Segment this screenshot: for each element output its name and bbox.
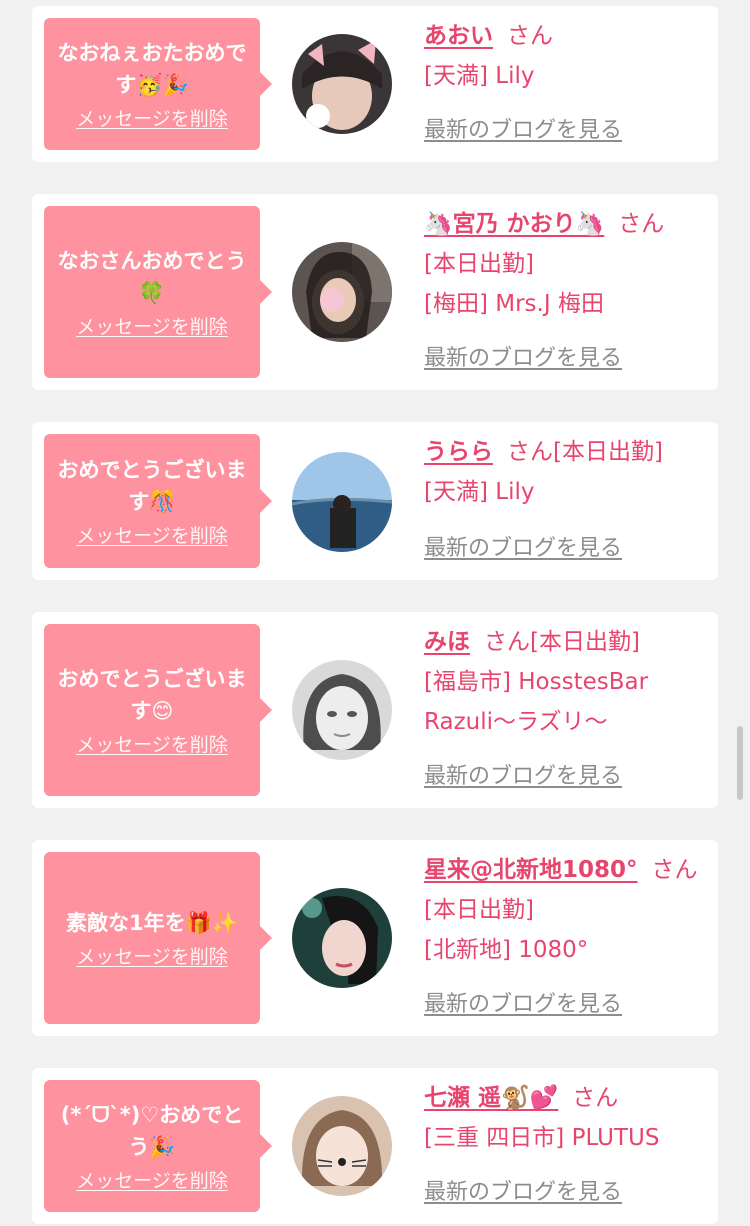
message-bubble: なおねぇおたおめです🥳🎉 メッセージを削除	[44, 18, 272, 150]
avatar-photo-icon	[292, 242, 392, 342]
message-card: なおねぇおたおめです🥳🎉 メッセージを削除 あおい さん [天満] Lily 最新…	[32, 6, 718, 162]
avatar-photo-icon	[292, 660, 392, 760]
message-card: なおさんおめでとう🍀 メッセージを削除 🦄宮乃 かおり🦄 さん [本日出勤] [梅…	[32, 194, 718, 390]
avatar[interactable]	[292, 34, 392, 134]
latest-blog-link[interactable]: 最新のブログを見る	[424, 990, 622, 1020]
avatar[interactable]	[292, 452, 392, 552]
avatar-photo-icon	[292, 1096, 392, 1196]
status-label: [本日出勤]	[553, 439, 663, 465]
avatar[interactable]	[292, 660, 392, 760]
message-bubble: おめでとうございます🎊 メッセージを削除	[44, 434, 272, 568]
avatar-photo-icon	[292, 452, 392, 552]
message-bubble: (*´ᗜ`*)♡おめでとう🎉 メッセージを削除	[44, 1080, 272, 1212]
delete-message-link[interactable]: メッセージを削除	[76, 107, 228, 131]
scrollbar-thumb[interactable]	[737, 726, 743, 800]
sender-name-link[interactable]: 星来@北新地1080°	[424, 857, 638, 883]
message-list: なおねぇおたおめです🥳🎉 メッセージを削除 あおい さん [天満] Lily 最新…	[0, 0, 750, 1226]
honorific: さん	[618, 211, 665, 237]
status-label: [本日出勤]	[424, 897, 534, 923]
delete-message-link[interactable]: メッセージを削除	[76, 733, 228, 757]
honorific: さん	[507, 439, 553, 465]
sender-name-link[interactable]: うらら	[424, 439, 493, 465]
sender-info: 七瀬 遥🐒💕 さん [三重 四日市] PLUTUS	[424, 1078, 706, 1158]
sender-name-link[interactable]: あおい	[424, 23, 493, 49]
avatar[interactable]	[292, 888, 392, 988]
message-text: (*´ᗜ`*)♡おめでとう🎉	[60, 1103, 244, 1159]
avatar[interactable]	[292, 242, 392, 342]
message-text: 素敵な1年を🎁✨	[66, 911, 238, 935]
shop-name: [天満] Lily	[424, 479, 535, 505]
latest-blog-link[interactable]: 最新のブログを見る	[424, 344, 622, 374]
latest-blog-link[interactable]: 最新のブログを見る	[424, 1178, 622, 1208]
message-bubble: おめでとうございます😊 メッセージを削除	[44, 624, 272, 796]
message-text: おめでとうございます😊	[57, 667, 247, 723]
avatar-photo-icon	[292, 34, 392, 134]
status-label: [本日出勤]	[424, 251, 534, 277]
sender-info: みほ さん[本日出勤] [福島市] HosstesBar Razuli〜ラズリ〜	[424, 622, 706, 742]
message-card: 素敵な1年を🎁✨ メッセージを削除 星来@北新地1080° さん [本日出勤] [北…	[32, 840, 718, 1036]
sender-info: 🦄宮乃 かおり🦄 さん [本日出勤] [梅田] Mrs.J 梅田	[424, 204, 706, 324]
delete-message-link[interactable]: メッセージを削除	[76, 524, 228, 548]
message-text: おめでとうございます🎊	[57, 458, 247, 514]
avatar-photo-icon	[292, 888, 392, 988]
delete-message-link[interactable]: メッセージを削除	[76, 1169, 228, 1193]
delete-message-link[interactable]: メッセージを削除	[76, 945, 228, 969]
shop-name: [北新地] 1080°	[424, 937, 589, 963]
sender-info: 星来@北新地1080° さん [本日出勤] [北新地] 1080°	[424, 850, 706, 970]
latest-blog-link[interactable]: 最新のブログを見る	[424, 116, 622, 146]
sender-info: うらら さん[本日出勤] [天満] Lily	[424, 432, 706, 512]
message-bubble: なおさんおめでとう🍀 メッセージを削除	[44, 206, 272, 378]
shop-name: [梅田] Mrs.J 梅田	[424, 291, 604, 317]
sender-name-link[interactable]: みほ	[424, 629, 470, 655]
sender-name-link[interactable]: 🦄宮乃 かおり🦄	[424, 211, 604, 237]
message-card: おめでとうございます😊 メッセージを削除 みほ さん[本日出勤] [福島市] Ho…	[32, 612, 718, 808]
message-card: おめでとうございます🎊 メッセージを削除 うらら さん[本日出勤] [天満] Li…	[32, 422, 718, 580]
honorific: さん	[651, 857, 698, 883]
honorific: さん	[507, 23, 553, 49]
message-text: なおさんおめでとう🍀	[57, 249, 247, 305]
message-text: なおねぇおたおめです🥳🎉	[57, 41, 247, 97]
message-bubble: 素敵な1年を🎁✨ メッセージを削除	[44, 852, 272, 1024]
message-card: (*´ᗜ`*)♡おめでとう🎉 メッセージを削除 七瀬 遥🐒💕 さん [三重 四日市…	[32, 1068, 718, 1224]
sender-info: あおい さん [天満] Lily	[424, 16, 706, 96]
honorific: さん	[484, 629, 530, 655]
shop-name: [福島市] HosstesBar Razuli〜ラズリ〜	[424, 669, 649, 735]
sender-name-link[interactable]: 七瀬 遥🐒💕	[424, 1085, 558, 1111]
delete-message-link[interactable]: メッセージを削除	[76, 315, 228, 339]
latest-blog-link[interactable]: 最新のブログを見る	[424, 762, 622, 792]
honorific: さん	[572, 1085, 619, 1111]
shop-name: [天満] Lily	[424, 63, 535, 89]
latest-blog-link[interactable]: 最新のブログを見る	[424, 534, 622, 564]
status-label: [本日出勤]	[530, 629, 640, 655]
avatar[interactable]	[292, 1096, 392, 1196]
shop-name: [三重 四日市] PLUTUS	[424, 1125, 660, 1151]
